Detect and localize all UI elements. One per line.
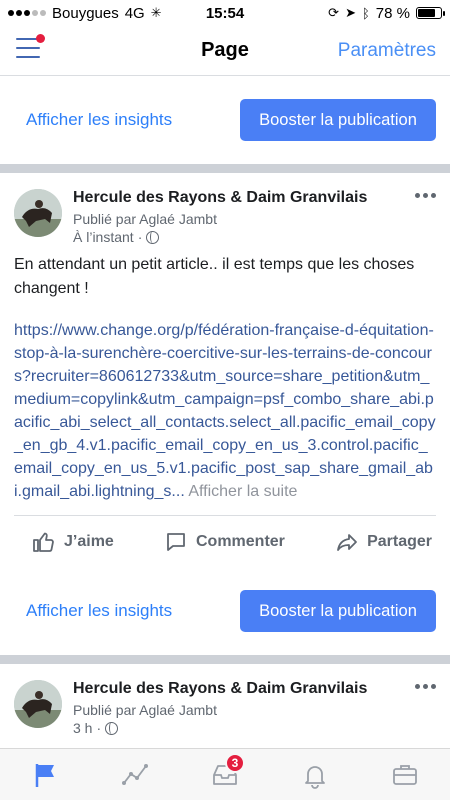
bell-icon bbox=[305, 765, 325, 789]
rotation-lock-icon: ⟳ bbox=[328, 5, 340, 20]
post-header: Hercule des Rayons & Daim Granvilais Pub… bbox=[14, 173, 450, 249]
location-icon: ➤ bbox=[345, 5, 356, 20]
tab-inbox[interactable]: 3 bbox=[205, 752, 245, 795]
like-button[interactable]: J’aime bbox=[32, 530, 114, 554]
status-left: Bouygues 4G ✳ bbox=[8, 5, 162, 22]
globe-icon bbox=[105, 721, 119, 735]
boost-button[interactable]: Booster la publication bbox=[240, 99, 436, 141]
flag-icon bbox=[35, 763, 54, 787]
avatar-image bbox=[14, 680, 62, 728]
tab-notifications[interactable] bbox=[295, 755, 335, 795]
settings-link[interactable]: Paramètres bbox=[338, 40, 436, 62]
reaction-bar: J’aime Commenter Partager bbox=[14, 515, 436, 567]
post-time[interactable]: 3 h bbox=[73, 720, 92, 736]
insights-link[interactable]: Afficher les insights bbox=[26, 110, 172, 130]
loading-icon: ✳ bbox=[150, 5, 162, 20]
post-meta: Hercule des Rayons & Daim Granvilais Pub… bbox=[73, 680, 367, 740]
inbox-badge: 3 bbox=[225, 752, 245, 773]
tab-bar: 3 bbox=[0, 748, 450, 800]
status-right: ⟳ ➤ ᛒ 78 % bbox=[328, 4, 445, 22]
post-byline: Publié par Aglaé Jambt bbox=[73, 211, 217, 227]
briefcase-icon bbox=[393, 764, 417, 785]
see-more-link[interactable]: Afficher la suite bbox=[188, 483, 297, 500]
network-type: 4G bbox=[124, 4, 145, 22]
tab-insights[interactable] bbox=[115, 755, 155, 795]
insights-icon bbox=[122, 763, 148, 785]
status-bar: Bouygues 4G ✳ 15:54 ⟳ ➤ ᛒ 78 % bbox=[0, 0, 450, 26]
avatar[interactable] bbox=[14, 189, 62, 237]
avatar-image bbox=[14, 189, 62, 237]
share-label: Partager bbox=[367, 532, 432, 550]
post-header: Hercule des Rayons & Daim Granvilais Pub… bbox=[14, 664, 450, 740]
post: Hercule des Rayons & Daim Granvilais Pub… bbox=[0, 664, 450, 740]
comment-icon bbox=[167, 532, 185, 551]
battery-percent: 78 % bbox=[375, 4, 410, 22]
share-icon bbox=[337, 533, 357, 551]
separator bbox=[0, 164, 450, 173]
post-author[interactable]: Hercule des Rayons & Daim Granvilais bbox=[73, 189, 367, 207]
nav-bar: Page Paramètres bbox=[0, 26, 450, 76]
share-button[interactable]: Partager bbox=[335, 530, 432, 554]
globe-icon bbox=[146, 230, 160, 244]
more-options-button[interactable] bbox=[415, 684, 436, 689]
thumbs-up-icon bbox=[33, 532, 54, 552]
feed: Afficher les insights Booster la publica… bbox=[0, 76, 450, 740]
post-byline: Publié par Aglaé Jambt bbox=[73, 702, 217, 718]
post-text: En attendant un petit article.. il est t… bbox=[14, 256, 415, 297]
tab-tools[interactable] bbox=[385, 755, 425, 795]
bluetooth-icon: ᛒ bbox=[361, 5, 370, 21]
post-link[interactable]: https://www.change.org/p/fédération-fran… bbox=[14, 319, 450, 503]
battery-icon bbox=[416, 7, 445, 19]
comment-label: Commenter bbox=[195, 532, 285, 550]
post-time-line: À l’instant · bbox=[73, 229, 367, 245]
like-label: J’aime bbox=[64, 532, 114, 550]
more-options-button[interactable] bbox=[415, 193, 436, 198]
carrier-name: Bouygues bbox=[52, 4, 119, 22]
post-action-row: Afficher les insights Booster la publica… bbox=[0, 567, 450, 655]
menu-button[interactable] bbox=[16, 34, 45, 62]
post-author[interactable]: Hercule des Rayons & Daim Granvilais bbox=[73, 680, 367, 698]
signal-icon bbox=[8, 10, 46, 16]
insights-link[interactable]: Afficher les insights bbox=[26, 601, 172, 621]
notification-dot bbox=[36, 34, 45, 43]
post: Hercule des Rayons & Daim Granvilais Pub… bbox=[0, 173, 450, 567]
tab-page[interactable] bbox=[25, 755, 65, 795]
post-action-row: Afficher les insights Booster la publica… bbox=[0, 76, 450, 164]
separator bbox=[0, 655, 450, 664]
post-link-url[interactable]: https://www.change.org/p/fédération-fran… bbox=[14, 322, 436, 500]
avatar[interactable] bbox=[14, 680, 62, 728]
post-meta: Hercule des Rayons & Daim Granvilais Pub… bbox=[73, 189, 367, 249]
comment-button[interactable]: Commenter bbox=[164, 530, 285, 554]
post-time-line: 3 h · bbox=[73, 720, 367, 736]
boost-button[interactable]: Booster la publication bbox=[240, 590, 436, 632]
post-time[interactable]: À l’instant bbox=[73, 229, 134, 245]
